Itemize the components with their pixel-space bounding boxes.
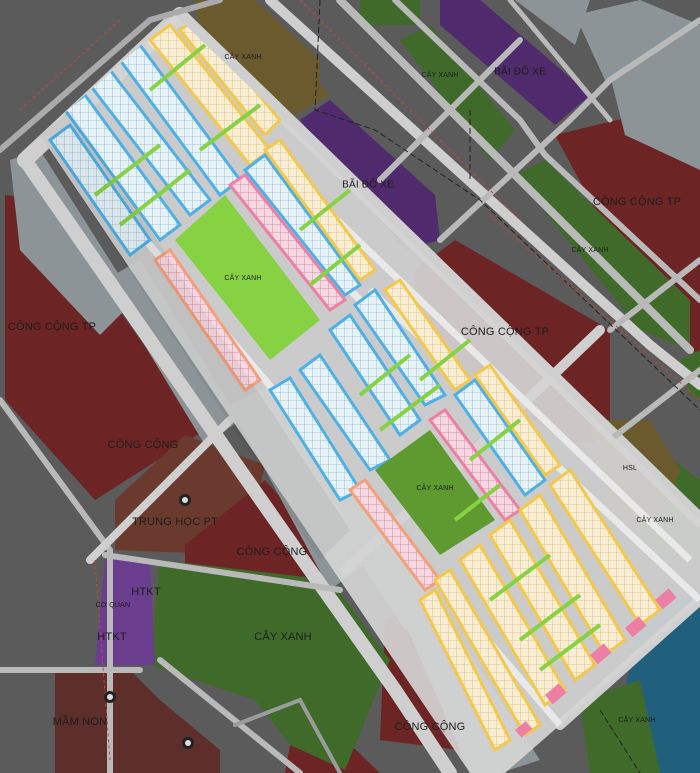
- label-cong-cong-tp-mid: CÔNG CỘNG TP: [461, 325, 549, 338]
- label-cong-cong-bottom: CÔNG CỘNG: [395, 720, 466, 733]
- label-mam-non: MẦM NON: [53, 715, 108, 728]
- label-cay-xanh-inner-mid: CÂY XANH: [416, 483, 453, 492]
- label-cay-xanh-right-strip: CÂY XANH: [571, 245, 608, 254]
- label-hsl: HSL: [623, 465, 637, 472]
- label-cay-xanh-top-mid: CÂY XANH: [421, 70, 458, 79]
- label-cong-cong-center: CÔNG CỘNG: [237, 545, 308, 558]
- master-plan-map: CÂY XANH CÂY XANH BÃI ĐỖ XE BÃI ĐỖ XE CÔ…: [0, 0, 700, 773]
- label-cay-xanh-bottom: CÂY XANH: [254, 630, 312, 643]
- label-cay-xanh-right-mid: CÂY XANH: [636, 515, 673, 524]
- school-icon: [179, 494, 191, 506]
- label-htkt-bottom: HTKT: [97, 631, 127, 643]
- label-co-quan: CƠ QUAN: [96, 602, 131, 609]
- label-cay-xanh-bottom-right: CÂY XANH: [618, 715, 655, 724]
- label-cong-cong-left: CÔNG CỘNG: [108, 438, 179, 451]
- label-htkt-top: HTKT: [131, 586, 161, 598]
- label-trung-hoc-pt: TRUNG HỌC PT: [132, 516, 218, 528]
- bottom-icon: [182, 737, 194, 749]
- label-cay-xanh-inner-top: CÂY XANH: [224, 273, 261, 282]
- label-cong-cong-tp-left: CÔNG CỘNG TP: [8, 320, 96, 333]
- tech-block: [95, 560, 155, 665]
- label-bai-do-xe-top: BÃI ĐỖ XE: [494, 65, 546, 78]
- label-cong-cong-tp-right: CÔNG CỘNG TP: [593, 195, 681, 208]
- kindergarten-icon: [104, 691, 116, 703]
- label-bai-do-xe-mid: BÃI ĐỖ XE: [342, 178, 394, 191]
- label-cay-xanh-top-left: CÂY XANH: [224, 52, 261, 61]
